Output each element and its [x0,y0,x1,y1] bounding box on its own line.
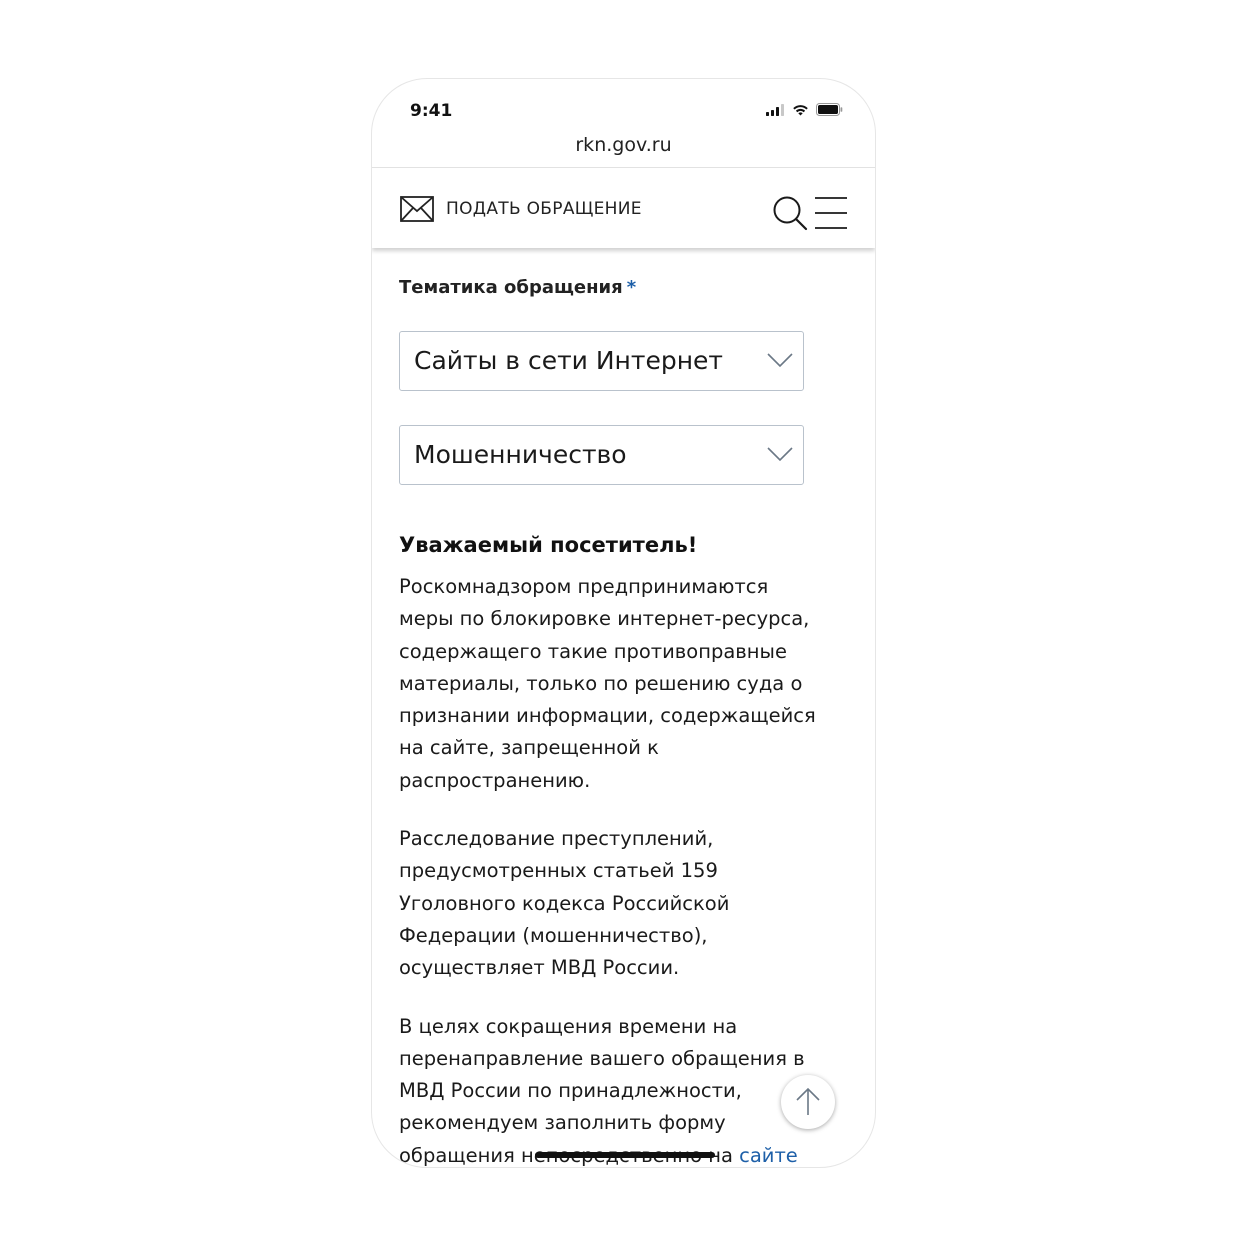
battery-icon [816,103,843,116]
topic-field-label: Тематика обращения * [399,277,819,298]
notice-paragraph-3: В целях сокращения времени на перенаправ… [399,1011,819,1167]
submit-appeal-link[interactable]: ПОДАТЬ ОБРАЩЕНИЕ [400,196,642,222]
required-mark: * [626,277,637,298]
phone-frame: 9:41 rkn.gov.ru ПОДАТЬ ОБРАЩЕНИЕ Тематик… [371,78,876,1168]
arrow-up-icon [796,1087,820,1115]
search-icon[interactable] [771,194,809,232]
topic-select-value: Сайты в сети Интернет [414,346,723,375]
envelope-icon [400,196,434,222]
wifi-icon [793,104,808,115]
cellular-signal-icon [766,103,784,116]
browser-url[interactable]: rkn.gov.ru [372,134,875,156]
chevron-down-icon [767,353,793,368]
scroll-to-top-button[interactable] [781,1075,835,1129]
mvd-site-link[interactable]: сайте [739,1144,798,1167]
topic-label-text: Тематика обращения [399,277,623,298]
status-time: 9:41 [410,101,453,121]
main-content: Тематика обращения * Сайты в сети Интерне… [399,249,819,1167]
home-indicator [535,1152,715,1158]
topic-select[interactable]: Сайты в сети Интернет [399,331,804,391]
notice-title: Уважаемый посетитель! [399,533,698,557]
subtopic-select[interactable]: Мошенничество [399,425,804,485]
menu-icon[interactable] [813,194,849,232]
submit-appeal-label: ПОДАТЬ ОБРАЩЕНИЕ [446,199,642,219]
status-icons [766,103,843,116]
chevron-down-icon [767,447,793,462]
header-icons [771,194,849,232]
status-bar: 9:41 [372,79,875,139]
site-header: ПОДАТЬ ОБРАЩЕНИЕ [372,168,875,248]
notice-paragraph-2: Расследование преступлений, предусмотрен… [399,827,730,980]
subtopic-select-value: Мошенничество [414,440,627,469]
notice-paragraph-1: Роскомнадзором предпринимаются меры по б… [399,575,816,792]
